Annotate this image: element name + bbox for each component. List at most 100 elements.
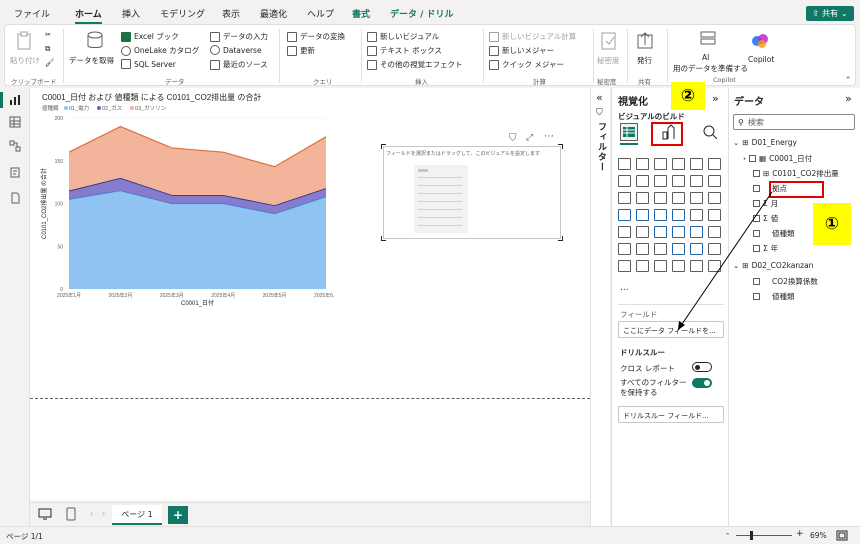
resize-handle[interactable] bbox=[558, 236, 563, 241]
zoom-thumb[interactable] bbox=[750, 531, 753, 540]
clustered-bar-visual-icon[interactable] bbox=[654, 158, 667, 170]
prev-page-icon[interactable]: ‹ bbox=[90, 509, 93, 518]
collapse-data-icon[interactable]: » bbox=[845, 92, 852, 105]
field-item[interactable]: › ▦ C0001_日付 bbox=[743, 153, 812, 164]
zoom-in-button[interactable]: + bbox=[796, 529, 804, 539]
fit-to-page-icon[interactable] bbox=[836, 530, 848, 541]
area-visual-icon[interactable] bbox=[636, 175, 649, 187]
collapse-ribbon-icon[interactable]: ⌃ bbox=[845, 75, 851, 84]
sql-server-button[interactable]: SQL Server bbox=[121, 59, 176, 69]
model-view-icon[interactable] bbox=[9, 140, 21, 152]
placeholder-visual[interactable]: フィールドを選択またはドラッグして、このビジュアルを設定します bbox=[381, 144, 563, 241]
desktop-layout-icon[interactable] bbox=[38, 508, 52, 520]
sensitivity-button[interactable]: 秘密度 bbox=[597, 55, 620, 66]
zoom-slider[interactable] bbox=[736, 531, 792, 540]
tab-view[interactable]: 表示 bbox=[222, 7, 240, 20]
search-box[interactable]: ⚲ 検索 bbox=[733, 114, 855, 130]
tab-format[interactable]: 書式 bbox=[352, 7, 370, 20]
tab-modeling[interactable]: モデリング bbox=[160, 7, 205, 20]
new-visual-calc-button[interactable]: 新しいビジュアル計算 bbox=[489, 31, 576, 42]
enter-data-button[interactable]: データの入力 bbox=[210, 31, 268, 42]
filter-icon[interactable]: ⛉ bbox=[509, 133, 517, 144]
filled-map-visual-icon[interactable] bbox=[654, 209, 667, 221]
share-button[interactable]: ⇪ 共有 ⌄ bbox=[806, 6, 854, 21]
dataverse-button[interactable]: Dataverse bbox=[210, 45, 262, 55]
publish-button[interactable]: 発行 bbox=[637, 55, 652, 66]
build-visual-tab[interactable] bbox=[620, 123, 638, 141]
more-visuals-ellipsis[interactable]: ... bbox=[620, 283, 629, 293]
refresh-button[interactable]: 更新 bbox=[287, 45, 315, 56]
tmdl-view-icon[interactable] bbox=[9, 192, 21, 204]
format-painter-icon[interactable]: 🖌 bbox=[45, 58, 55, 67]
ribbon-visual-icon[interactable] bbox=[618, 192, 631, 204]
area-chart[interactable]: C0001_日付 および 値種類 による C0101_CO2排出量 の合計値種類… bbox=[34, 90, 334, 310]
copilot-button[interactable]: Copilot bbox=[748, 55, 774, 64]
analytics-icon[interactable] bbox=[702, 124, 718, 140]
paginated-visual-icon[interactable] bbox=[618, 260, 631, 272]
paste-button[interactable]: 貼り付け bbox=[10, 55, 40, 66]
drillthrough-drop-zone[interactable]: ドリルスルー フィールド... bbox=[618, 406, 724, 423]
100-bar-visual-icon[interactable] bbox=[690, 158, 703, 170]
more-options-icon[interactable]: ⋯ bbox=[544, 131, 554, 142]
onelake-catalog-button[interactable]: OneLake カタログ bbox=[121, 45, 199, 56]
waterfall-visual-icon[interactable] bbox=[636, 192, 649, 204]
tab-optimize[interactable]: 最適化 bbox=[260, 7, 287, 20]
report-canvas[interactable]: C0001_日付 および 値種類 による C0101_CO2排出量 の合計 値種類… bbox=[30, 88, 590, 500]
prepare-data-for-ai-button[interactable]: 用のデータを準備する bbox=[673, 63, 748, 74]
line-clustered-visual-icon[interactable] bbox=[708, 175, 721, 187]
tab-insert[interactable]: 挿入 bbox=[122, 7, 140, 20]
line-column-visual-icon[interactable] bbox=[690, 175, 703, 187]
cross-report-toggle[interactable] bbox=[692, 362, 712, 372]
chevron-down-icon[interactable]: ⌄ bbox=[733, 138, 739, 147]
zoom-out-button[interactable]: - bbox=[726, 529, 729, 539]
chevron-right-icon[interactable]: › bbox=[743, 154, 746, 163]
focus-mode-icon[interactable]: ⤢ bbox=[526, 133, 533, 143]
report-view-icon[interactable] bbox=[9, 94, 21, 106]
tab-help[interactable]: ヘルプ bbox=[307, 7, 334, 20]
keep-filters-toggle[interactable] bbox=[692, 378, 712, 388]
decomposition-visual-icon[interactable] bbox=[654, 243, 667, 255]
dax-query-icon[interactable] bbox=[9, 166, 21, 178]
python-visual-icon[interactable] bbox=[618, 243, 631, 255]
100-column-visual-icon[interactable] bbox=[708, 158, 721, 170]
page-tab-1[interactable]: ページ 1 bbox=[112, 505, 162, 525]
table-0[interactable]: ⌄ ⊞ D01_Energy bbox=[733, 138, 797, 147]
copy-icon[interactable]: ⧉ bbox=[45, 44, 50, 54]
stacked-area-visual-icon[interactable] bbox=[654, 175, 667, 187]
new-measure-button[interactable]: 新しいメジャー bbox=[489, 45, 554, 56]
quick-measure-button[interactable]: クイック メジャー bbox=[489, 59, 564, 70]
resize-handle[interactable] bbox=[381, 236, 386, 241]
next-page-icon[interactable]: › bbox=[102, 509, 105, 518]
mobile-layout-icon[interactable] bbox=[66, 507, 76, 521]
tab-data-drill[interactable]: データ / ドリル bbox=[390, 7, 454, 20]
cut-icon[interactable]: ✂ bbox=[45, 30, 51, 39]
stacked-bar-visual-icon[interactable] bbox=[618, 158, 631, 170]
filters-pane-collapsed[interactable]: « ⛉ フィルター bbox=[590, 88, 610, 526]
more-visuals-button[interactable]: その他の視覚エフェクト bbox=[367, 59, 463, 70]
line-visual-icon[interactable] bbox=[618, 175, 631, 187]
funnel-visual-icon[interactable] bbox=[654, 192, 667, 204]
collapse-viz-icon[interactable]: » bbox=[712, 92, 719, 105]
field-checkbox[interactable] bbox=[749, 155, 756, 162]
table-view-icon[interactable] bbox=[9, 116, 21, 128]
transform-data-button[interactable]: データの変換 bbox=[287, 31, 345, 42]
text-box-button[interactable]: テキスト ボックス bbox=[367, 45, 442, 56]
field-item[interactable]: ⊞ C0101_CO2排出量 bbox=[753, 168, 839, 179]
recent-sources-button[interactable]: 最近のソース bbox=[210, 59, 268, 70]
key-influencers-visual-icon[interactable] bbox=[636, 243, 649, 255]
map-visual-icon[interactable] bbox=[636, 209, 649, 221]
add-page-button[interactable]: + bbox=[168, 506, 188, 524]
treemap-visual-icon[interactable] bbox=[618, 209, 631, 221]
excel-workbook-button[interactable]: Excel ブック bbox=[121, 31, 179, 42]
tab-file[interactable]: ファイル bbox=[14, 7, 50, 20]
expand-filters-icon[interactable]: « bbox=[596, 91, 603, 104]
multi-card-visual-icon[interactable] bbox=[636, 226, 649, 238]
card-visual-icon[interactable] bbox=[618, 226, 631, 238]
stacked-column-visual-icon[interactable] bbox=[636, 158, 649, 170]
resize-handle[interactable] bbox=[558, 144, 563, 149]
new-visual-button[interactable]: 新しいビジュアル bbox=[367, 31, 439, 42]
resize-handle[interactable] bbox=[381, 144, 386, 149]
field-checkbox[interactable] bbox=[753, 170, 760, 177]
power-automate-visual-icon[interactable] bbox=[654, 260, 667, 272]
100-area-visual-icon[interactable] bbox=[672, 175, 685, 187]
